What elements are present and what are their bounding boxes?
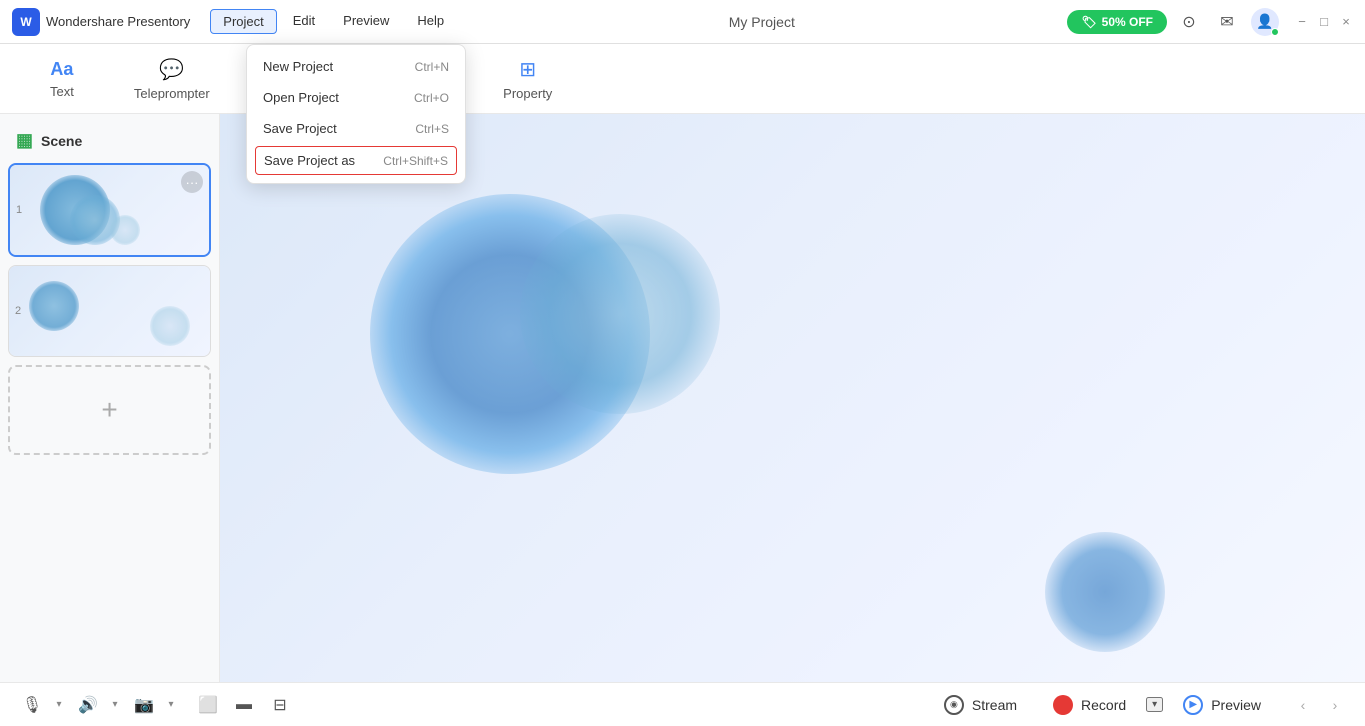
scene-number-2: 2 bbox=[15, 305, 21, 317]
camera-tool: 📷 ▾ bbox=[128, 689, 180, 721]
speaker-tool: 🔊 ▾ bbox=[72, 689, 124, 721]
project-dropdown-menu: New Project Ctrl+N Open Project Ctrl+O S… bbox=[246, 44, 466, 184]
menu-save-project-as[interactable]: Save Project as Ctrl+Shift+S bbox=[255, 146, 457, 175]
camera-dropdown-button[interactable]: ▾ bbox=[162, 689, 180, 721]
sidebar-header: ▦ Scene bbox=[8, 122, 211, 163]
speaker-button[interactable]: 🔊 bbox=[72, 689, 104, 721]
avatar[interactable]: 👤 bbox=[1251, 8, 1279, 36]
tab-text[interactable]: Aa Text bbox=[20, 51, 104, 107]
new-project-label: New Project bbox=[263, 59, 333, 74]
maximize-button[interactable]: □ bbox=[1317, 15, 1331, 29]
screen-layout-1-icon: ⬜ bbox=[198, 695, 218, 715]
record-icon bbox=[1053, 695, 1073, 715]
app-logo: W Wondershare Presentory bbox=[12, 8, 190, 36]
scene-more-button-1[interactable]: ··· bbox=[181, 171, 203, 193]
property-icon: ⊞ bbox=[519, 57, 536, 82]
scene-number-1: 1 bbox=[16, 204, 22, 216]
save-project-shortcut: Ctrl+S bbox=[415, 122, 449, 136]
new-project-shortcut: Ctrl+N bbox=[415, 60, 449, 74]
record-button[interactable]: Record bbox=[1037, 689, 1142, 721]
app-title-text: Wondershare Presentory bbox=[46, 14, 190, 29]
close-button[interactable]: × bbox=[1339, 15, 1353, 29]
scene-item-1[interactable]: ··· 1 bbox=[8, 163, 211, 257]
text-icon: Aa bbox=[50, 59, 73, 80]
save-project-as-shortcut: Ctrl+Shift+S bbox=[383, 154, 448, 168]
canvas-blob-3 bbox=[1045, 532, 1165, 652]
teleprompter-icon: 💬 bbox=[159, 57, 184, 82]
tab-teleprompter-label: Teleprompter bbox=[134, 86, 210, 101]
promo-text: 50% OFF bbox=[1102, 15, 1153, 29]
mic-tool: 🎙 ▾ bbox=[16, 689, 68, 721]
menu-new-project[interactable]: New Project Ctrl+N bbox=[247, 51, 465, 82]
camera-button[interactable]: 📷 bbox=[128, 689, 160, 721]
add-scene-plus-icon: + bbox=[101, 394, 117, 426]
minimize-button[interactable]: − bbox=[1295, 15, 1309, 29]
screen-layout-2-button[interactable]: ▬ bbox=[228, 689, 260, 721]
sidebar-title: Scene bbox=[41, 133, 82, 149]
save-project-as-label: Save Project as bbox=[264, 153, 355, 168]
mic-button[interactable]: 🎙 bbox=[16, 689, 48, 721]
scene2-blob1 bbox=[29, 281, 79, 331]
scene2-blob2 bbox=[150, 306, 190, 346]
message-icon[interactable]: ✉ bbox=[1213, 8, 1241, 36]
preview-button[interactable]: ▶ Preview bbox=[1167, 689, 1277, 721]
scene-header-icon: ▦ bbox=[16, 130, 33, 151]
open-project-label: Open Project bbox=[263, 90, 339, 105]
tab-teleprompter[interactable]: 💬 Teleprompter bbox=[104, 49, 240, 109]
canvas-area[interactable] bbox=[220, 114, 1365, 682]
titlebar-icons: ⊙ ✉ 👤 bbox=[1175, 8, 1279, 36]
screen-layout-1-button[interactable]: ⬜ bbox=[192, 689, 224, 721]
open-project-shortcut: Ctrl+O bbox=[414, 91, 449, 105]
window-controls: − □ × bbox=[1295, 15, 1353, 29]
canvas-blob-2 bbox=[520, 214, 720, 414]
speaker-icon: 🔊 bbox=[78, 695, 98, 715]
stream-label: Stream bbox=[972, 697, 1017, 713]
nav-arrows: ‹ › bbox=[1289, 691, 1349, 719]
main-layout: ▦ Scene ··· 1 2 + bbox=[0, 114, 1365, 682]
menu-save-project[interactable]: Save Project Ctrl+S bbox=[247, 113, 465, 144]
menu-open-project[interactable]: Open Project Ctrl+O bbox=[247, 82, 465, 113]
menu-project[interactable]: Project bbox=[210, 9, 276, 34]
tab-property-label: Property bbox=[503, 86, 552, 101]
toolbar: Aa Text 💬 Teleprompter ❋ Resource ✦ Anim… bbox=[0, 44, 1365, 114]
preview-icon: ▶ bbox=[1183, 695, 1203, 715]
help-circle-icon[interactable]: ⊙ bbox=[1175, 8, 1203, 36]
record-label: Record bbox=[1081, 697, 1126, 713]
promo-tag-icon: 🏷 bbox=[1081, 15, 1096, 29]
screen-layout-3-icon: ⊟ bbox=[273, 695, 286, 715]
speaker-dropdown-button[interactable]: ▾ bbox=[106, 689, 124, 721]
window-title: My Project bbox=[456, 14, 1067, 30]
camera-icon: 📷 bbox=[134, 695, 154, 715]
scene-thumb-1 bbox=[10, 165, 209, 255]
scene-thumb-2 bbox=[9, 266, 210, 356]
titlebar-right: 🏷 50% OFF ⊙ ✉ 👤 − □ × bbox=[1067, 8, 1353, 36]
mic-dropdown-button[interactable]: ▾ bbox=[50, 689, 68, 721]
screen-layout-2-icon: ▬ bbox=[236, 696, 252, 714]
tab-property[interactable]: ⊞ Property bbox=[473, 49, 582, 109]
scene-item-2[interactable]: 2 bbox=[8, 265, 211, 357]
stream-icon: ◉ bbox=[944, 695, 964, 715]
scene1-blob3 bbox=[110, 215, 140, 245]
titlebar: W Wondershare Presentory Project Edit Pr… bbox=[0, 0, 1365, 44]
record-dropdown-button[interactable]: ▾ bbox=[1146, 697, 1163, 712]
sidebar: ▦ Scene ··· 1 2 + bbox=[0, 114, 220, 682]
menu-preview[interactable]: Preview bbox=[331, 9, 401, 34]
menu-help[interactable]: Help bbox=[405, 9, 456, 34]
app-logo-icon: W bbox=[12, 8, 40, 36]
bottom-bar: 🎙 ▾ 🔊 ▾ 📷 ▾ ⬜ ▬ ⊟ ◉ Stream Record ▾ ▶ bbox=[0, 682, 1365, 726]
stream-button[interactable]: ◉ Stream bbox=[928, 689, 1033, 721]
nav-next-button[interactable]: › bbox=[1321, 691, 1349, 719]
mic-icon: 🎙 bbox=[22, 695, 42, 715]
promo-button[interactable]: 🏷 50% OFF bbox=[1067, 10, 1167, 34]
online-status-dot bbox=[1271, 28, 1279, 36]
nav-prev-button[interactable]: ‹ bbox=[1289, 691, 1317, 719]
save-project-label: Save Project bbox=[263, 121, 337, 136]
screen-layout-3-button[interactable]: ⊟ bbox=[264, 689, 296, 721]
preview-label: Preview bbox=[1211, 697, 1261, 713]
tab-text-label: Text bbox=[50, 84, 74, 99]
menu-edit[interactable]: Edit bbox=[281, 9, 327, 34]
add-scene-button[interactable]: + bbox=[8, 365, 211, 455]
menu-bar: Project Edit Preview Help bbox=[210, 9, 456, 34]
